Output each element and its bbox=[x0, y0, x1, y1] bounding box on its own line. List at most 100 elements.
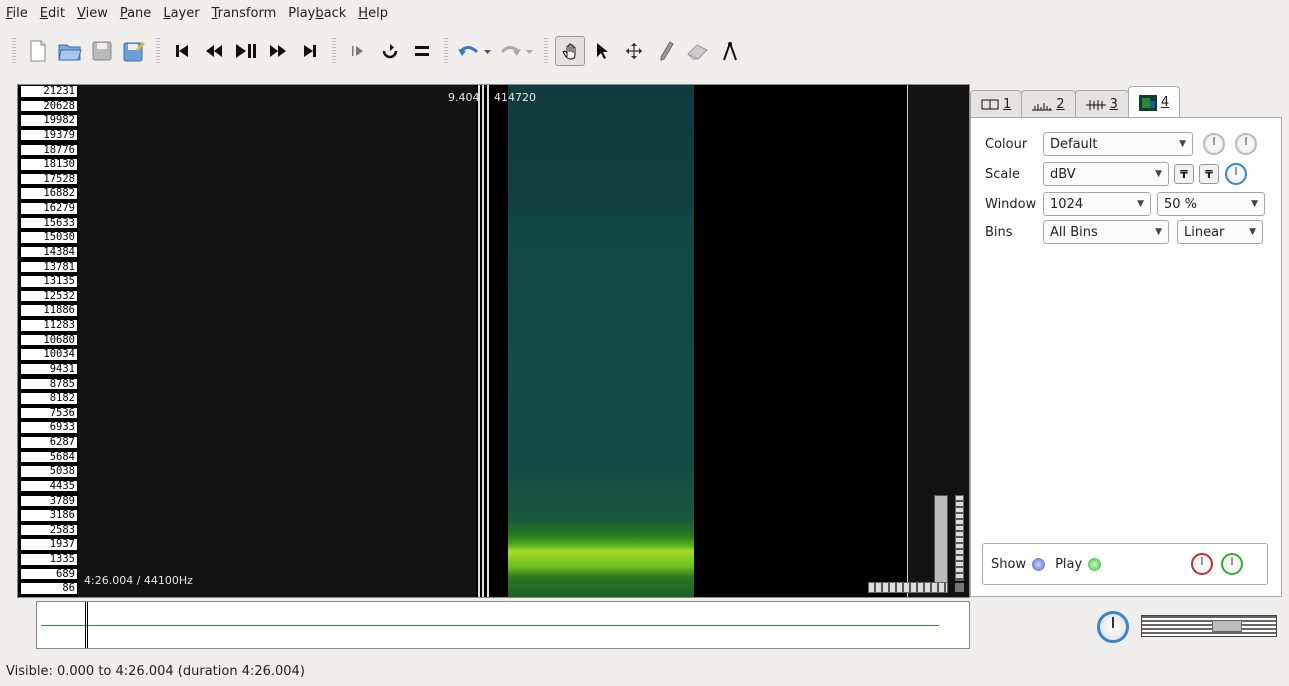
menu-pane[interactable]: Pane bbox=[116, 6, 159, 21]
measure-tool-button[interactable] bbox=[715, 36, 745, 66]
main-gain-knob[interactable] bbox=[1097, 611, 1129, 643]
overview-pane[interactable] bbox=[36, 601, 970, 649]
save-as-icon bbox=[123, 42, 145, 62]
scale-label: 16882 bbox=[21, 188, 77, 200]
tab-4[interactable]: 4 bbox=[1127, 86, 1181, 118]
cursor-time-label: 9.404 bbox=[448, 91, 480, 104]
menu-file[interactable]: File bbox=[2, 6, 36, 21]
solo-icon bbox=[415, 46, 429, 56]
scale-label: 21231 bbox=[21, 85, 77, 98]
window-overlap-select[interactable]: 50 % ▼ bbox=[1157, 192, 1265, 216]
colour-rotation-knob[interactable] bbox=[1203, 133, 1225, 155]
toolbar-grip[interactable] bbox=[12, 38, 16, 64]
open-folder-icon bbox=[58, 44, 82, 61]
scale-label: 7536 bbox=[21, 407, 77, 420]
menu-layer[interactable]: Layer bbox=[159, 6, 207, 21]
undo-button[interactable] bbox=[455, 36, 495, 66]
overview-cursor[interactable] bbox=[85, 602, 88, 648]
toolbar-grip[interactable] bbox=[332, 38, 336, 64]
vertical-zoom-wheel[interactable] bbox=[955, 495, 964, 581]
menu-help[interactable]: Help bbox=[354, 6, 396, 21]
chevron-down-icon: ▼ bbox=[1249, 227, 1256, 237]
save-button[interactable] bbox=[87, 36, 117, 66]
bins-select[interactable]: All Bins ▼ bbox=[1043, 220, 1169, 244]
scale-row: Scale dBV ▼ ₸ ₸ bbox=[985, 162, 1247, 186]
colour-label: Colour bbox=[985, 136, 1028, 152]
rewind-button[interactable] bbox=[199, 36, 229, 66]
tab-3[interactable]: 3 bbox=[1074, 90, 1129, 118]
solo-button[interactable] bbox=[407, 36, 437, 66]
frequency-scale-select[interactable]: Linear ▼ bbox=[1177, 220, 1263, 244]
scale-label: 86 bbox=[21, 583, 77, 595]
toolbar-grip[interactable] bbox=[444, 38, 448, 64]
chevron-down-icon: ▼ bbox=[1251, 199, 1258, 209]
play-selection-icon bbox=[352, 46, 363, 56]
show-toggle[interactable] bbox=[1032, 557, 1046, 571]
horizontal-zoom-wheel[interactable] bbox=[868, 582, 948, 593]
forward-end-button[interactable] bbox=[295, 36, 325, 66]
menu-edit[interactable]: Edit bbox=[36, 6, 73, 21]
play-pause-button[interactable] bbox=[231, 36, 261, 66]
scale-label: 3186 bbox=[21, 510, 77, 522]
gain-knob[interactable] bbox=[1225, 163, 1247, 185]
scale-label: 14384 bbox=[21, 246, 77, 259]
frequency-scale: 21231 20628 19982 19379 18776 18130 17528 16882… bbox=[18, 85, 78, 597]
main-pane[interactable]: 21231 20628 19982 19379 18776 18130 17528 16882… bbox=[17, 84, 970, 598]
window-size-select[interactable]: 1024 ▼ bbox=[1043, 192, 1151, 216]
colour-select[interactable]: Default ▼ bbox=[1043, 132, 1193, 156]
status-bar: Visible: 0.000 to 4:26.004 (duration 4:2… bbox=[6, 664, 305, 679]
new-document-icon bbox=[30, 40, 46, 62]
chevron-down-icon: ▼ bbox=[1137, 199, 1144, 209]
threshold-knob[interactable] bbox=[1235, 133, 1257, 155]
playback-speed-slider[interactable] bbox=[1141, 615, 1277, 637]
toolbar-grip[interactable] bbox=[544, 38, 548, 64]
toolbar-grip[interactable] bbox=[156, 38, 160, 64]
menu-playback[interactable]: Playback bbox=[284, 6, 354, 21]
show-label: Show bbox=[991, 556, 1027, 572]
playback-cursor[interactable] bbox=[476, 85, 490, 597]
rewind-start-button[interactable] bbox=[167, 36, 197, 66]
open-button[interactable] bbox=[55, 36, 85, 66]
slider-thumb[interactable] bbox=[1212, 620, 1242, 632]
scale-label: 13135 bbox=[21, 276, 77, 288]
play-selection-button[interactable] bbox=[343, 36, 373, 66]
scale-label: 1937 bbox=[21, 539, 77, 551]
scale-label: 6933 bbox=[21, 422, 77, 434]
play-toggle[interactable] bbox=[1088, 557, 1102, 571]
playback-gain-knob[interactable] bbox=[1191, 553, 1214, 575]
tab-2[interactable]: 2 bbox=[1021, 90, 1076, 118]
erase-tool-button[interactable] bbox=[683, 36, 713, 66]
move-tool-button[interactable] bbox=[619, 36, 649, 66]
bins-label: Bins bbox=[985, 224, 1013, 240]
scale-select[interactable]: dBV ▼ bbox=[1043, 162, 1169, 186]
chevron-down-icon: ▼ bbox=[1155, 169, 1162, 179]
select-tool-button[interactable] bbox=[587, 36, 617, 66]
redo-button[interactable] bbox=[497, 36, 537, 66]
menu-transform[interactable]: Transform bbox=[208, 6, 285, 21]
fast-forward-button[interactable] bbox=[263, 36, 293, 66]
scale-label: 19379 bbox=[21, 129, 77, 142]
save-icon bbox=[92, 41, 112, 61]
playback-pan-knob[interactable] bbox=[1221, 553, 1244, 575]
menu-view[interactable]: View bbox=[73, 6, 116, 21]
tab-1[interactable]: 1 bbox=[970, 90, 1023, 118]
scale-label: 5038 bbox=[21, 466, 77, 478]
normalize-columns-button[interactable]: ₸ bbox=[1174, 164, 1194, 184]
new-button[interactable] bbox=[23, 36, 53, 66]
navigate-tool-button[interactable] bbox=[555, 36, 585, 66]
redo-icon bbox=[500, 46, 533, 56]
loop-button[interactable] bbox=[375, 36, 405, 66]
vertical-zoom-reset-button[interactable] bbox=[955, 583, 964, 592]
rewind-start-icon bbox=[176, 45, 188, 57]
normalize-visible-button[interactable]: ₸ bbox=[1199, 164, 1219, 184]
spectrogram-dark-region bbox=[78, 85, 476, 597]
layer-tabs: 1 2 3 4 bbox=[970, 86, 1181, 118]
scale-label: 11283 bbox=[21, 320, 77, 332]
menubar: File Edit View Pane Layer Transform Play… bbox=[0, 0, 1289, 27]
scale-label: Scale bbox=[985, 166, 1020, 182]
draw-tool-button[interactable] bbox=[651, 36, 681, 66]
undo-icon bbox=[458, 46, 491, 56]
save-as-button[interactable] bbox=[119, 36, 149, 66]
scale-label: 8785 bbox=[21, 378, 77, 391]
loop-icon bbox=[382, 44, 398, 59]
